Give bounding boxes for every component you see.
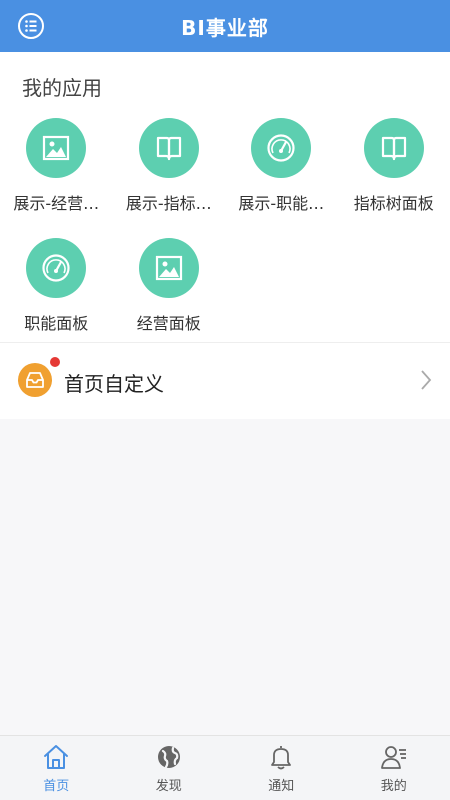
- app-header: BI事业部: [0, 0, 450, 52]
- app-label: 经营面板: [136, 314, 201, 333]
- menu-button[interactable]: [16, 11, 46, 41]
- image-icon: [155, 255, 182, 281]
- app-icon-circle: [251, 118, 312, 178]
- app-label: 展示-指标…: [125, 194, 212, 213]
- home-icon: [44, 745, 69, 769]
- app-item-indicator-tree-panel[interactable]: 指标树面板: [338, 118, 450, 238]
- tab-label: 通知: [268, 779, 295, 794]
- book-icon: [381, 136, 406, 161]
- image-icon: [43, 135, 70, 161]
- inbox-icon: [26, 372, 44, 388]
- book-icon: [156, 136, 181, 161]
- app-item-display-business[interactable]: 展示-经营…: [0, 118, 113, 238]
- page-title: BI事业部: [181, 15, 269, 40]
- tab-label: 首页: [43, 779, 70, 794]
- tab-label: 我的: [380, 779, 407, 794]
- app-label: 职能面板: [24, 314, 89, 333]
- bottom-tab-bar: 首页 发现 通知 我的: [0, 735, 450, 800]
- tab-mine[interactable]: 我的: [338, 736, 450, 800]
- app-item-display-function[interactable]: 展示-职能…: [225, 118, 338, 238]
- section-title: 我的应用: [22, 76, 102, 100]
- app-label: 指标树面板: [353, 194, 434, 213]
- bell-icon: [271, 746, 292, 770]
- app-label: 展示-经营…: [13, 194, 100, 213]
- app-icon-circle: [363, 118, 424, 178]
- list-menu-icon: [18, 13, 44, 39]
- app-icon-circle: [26, 238, 87, 298]
- inbox-icon-circle: [18, 363, 52, 397]
- gauge-icon: [267, 134, 295, 162]
- app-label: 展示-职能…: [238, 194, 325, 213]
- app-item-display-indicator[interactable]: 展示-指标…: [113, 118, 226, 238]
- chevron-right-icon: [421, 370, 432, 390]
- my-apps-section: 我的应用 展示-经营… 展示-指标… 展示-职能… 指标树面板 职能面板 经营面…: [0, 52, 450, 342]
- tab-notifications[interactable]: 通知: [225, 736, 338, 800]
- app-icon-circle: [138, 118, 199, 178]
- home-customize-label: 首页自定义: [64, 372, 164, 396]
- app-item-function-panel[interactable]: 职能面板: [0, 238, 113, 358]
- app-icon-circle: [26, 118, 87, 178]
- globe-icon: [157, 746, 180, 769]
- app-item-business-panel[interactable]: 经营面板: [113, 238, 226, 358]
- notification-dot: [50, 357, 60, 367]
- app-grid: 展示-经营… 展示-指标… 展示-职能… 指标树面板 职能面板 经营面板: [0, 118, 450, 358]
- gauge-icon: [42, 254, 70, 282]
- tab-discover[interactable]: 发现: [113, 736, 226, 800]
- home-customize-row[interactable]: 首页自定义: [0, 342, 450, 419]
- tab-home[interactable]: 首页: [0, 736, 113, 800]
- tab-label: 发现: [155, 779, 182, 794]
- app-icon-circle: [138, 238, 199, 298]
- user-icon: [380, 746, 406, 769]
